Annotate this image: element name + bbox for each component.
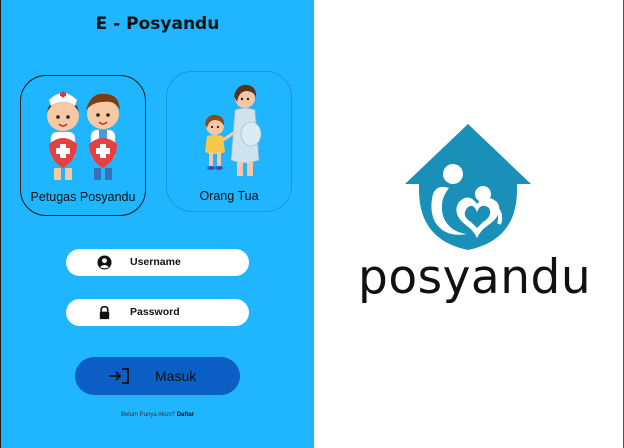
role-card-petugas[interactable]: Petugas Posyandu xyxy=(20,75,146,216)
mother-child-illustration xyxy=(205,84,262,176)
password-placeholder: Password xyxy=(130,306,180,318)
login-icon xyxy=(109,368,129,384)
register-link[interactable]: Daftar xyxy=(177,412,194,418)
username-placeholder: Username xyxy=(130,256,181,268)
home-family-heart-icon xyxy=(405,124,531,250)
login-panel: E - Posyandu Petugas Posyandu Orang Tua … xyxy=(1,0,314,448)
brand-wordmark: posyandu xyxy=(358,250,592,305)
login-button-label: Masuk xyxy=(155,368,197,384)
lock-icon xyxy=(99,305,110,320)
role-label: Petugas Posyandu xyxy=(30,190,136,204)
health-workers-illustration xyxy=(47,91,120,180)
app-title: E - Posyandu xyxy=(95,14,220,34)
register-prompt: Belum Punya Akun? Daftar xyxy=(1,412,314,418)
password-field[interactable]: Password xyxy=(66,299,249,326)
username-field[interactable]: Username xyxy=(66,249,249,276)
login-button[interactable]: Masuk xyxy=(75,357,240,395)
user-icon xyxy=(97,255,112,270)
role-card-orang-tua[interactable]: Orang Tua xyxy=(166,71,292,212)
register-prompt-text: Belum Punya Akun? xyxy=(120,412,176,418)
branding-panel: posyandu xyxy=(314,0,623,448)
role-label: Orang Tua xyxy=(199,189,259,203)
